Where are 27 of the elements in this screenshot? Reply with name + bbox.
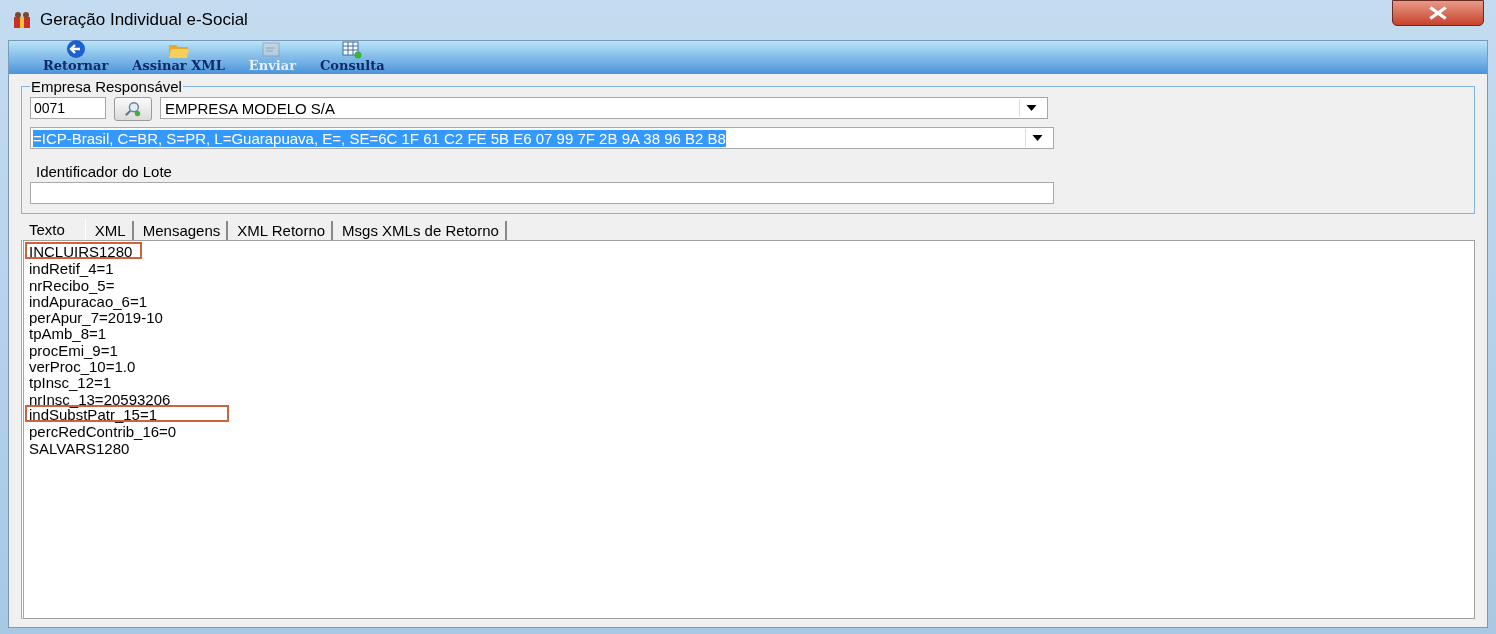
lot-input-field[interactable]: [30, 182, 1054, 204]
gift-icon: [12, 10, 32, 30]
window-title: Geração Individual e-Social: [40, 10, 248, 30]
text-line: tpInsc_12=1: [28, 374, 112, 390]
table-icon: [342, 41, 363, 59]
group-title: Empresa Responsável: [30, 78, 183, 95]
toolbar-button[interactable]: Retornar: [31, 39, 121, 74]
text-line: percRedContrib_16=0: [28, 423, 178, 439]
search-button[interactable]: [114, 97, 152, 121]
search-icon: [124, 100, 142, 118]
close-icon: [1427, 6, 1449, 20]
text-line: tpAmb_8=1: [28, 325, 107, 341]
text-line: SALVARS1280: [28, 439, 130, 455]
company-code-field[interactable]: 0071: [30, 97, 106, 119]
text-line: nrRecibo_5=: [28, 276, 116, 292]
close-button[interactable]: [1392, 0, 1484, 26]
text-line: procEmi_9=1: [28, 341, 119, 358]
text-line: indRetif_4=1: [28, 259, 115, 276]
text-line: verProc_10=1.0: [28, 358, 137, 374]
lot-label: Identificador do Lote: [36, 163, 173, 180]
text-line: indApuracao_6=1: [28, 292, 148, 309]
dropdown-arrow-icon: [1032, 135, 1043, 141]
toolbar-button[interactable]: Assinar XML: [120, 41, 237, 74]
dropdown-arrow-icon: [1026, 105, 1037, 111]
toolbar-button[interactable]: Consulta: [308, 41, 397, 74]
text-line: perApur_7=2019-10: [28, 309, 164, 325]
company-dropdown[interactable]: EMPRESA MODELO S/A: [160, 97, 1048, 119]
